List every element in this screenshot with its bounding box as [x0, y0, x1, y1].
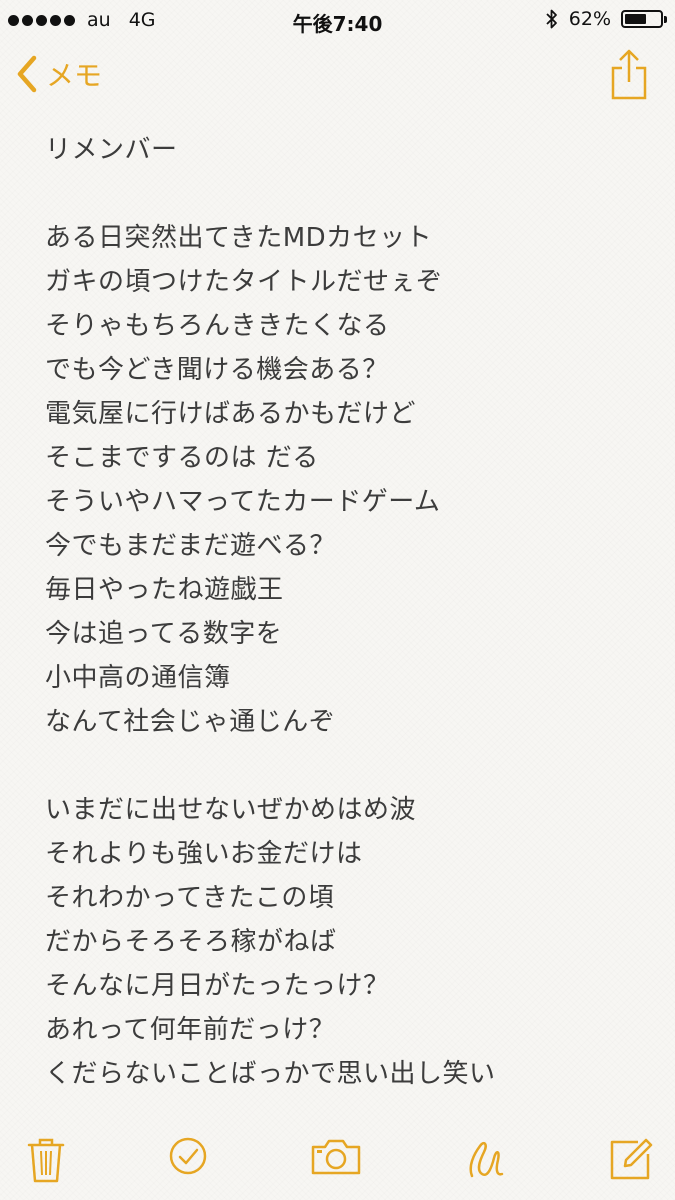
note-line: だからそろそろ稼がねば	[45, 927, 337, 957]
trash-icon	[27, 1138, 65, 1183]
chevron-left-icon	[17, 55, 37, 93]
nav-bar: メモ	[0, 44, 675, 108]
note-line: そこまでするのは だる	[45, 443, 319, 473]
note-line: それよりも強いお金だけは	[45, 839, 363, 869]
note-blank-line	[45, 172, 645, 216]
note-line: くだらないことばっかで思い出し笑い	[45, 1059, 496, 1089]
note-title: リメンバー	[45, 135, 178, 165]
note-line: それわかってきたこの頃	[45, 883, 335, 913]
note-body[interactable]: リメンバーある日突然出てきたMDカセット ガキの頃つけたタイトルだせぇぞ そりゃもち…	[45, 128, 645, 1096]
share-icon	[611, 49, 647, 100]
back-label: メモ	[46, 59, 103, 92]
note-line: そんなに月日がたったっけ？	[45, 971, 390, 1001]
trash-button[interactable]	[26, 1136, 66, 1188]
checklist-button[interactable]	[168, 1136, 208, 1180]
camera-button[interactable]	[310, 1136, 362, 1180]
bluetooth-icon	[546, 9, 557, 29]
sketch-button[interactable]	[466, 1136, 506, 1186]
note-line: そういやハマってたカードゲーム	[45, 487, 441, 517]
note-line: 今は追ってる数字を	[45, 619, 283, 649]
sketch-icon	[469, 1141, 504, 1178]
note-line: 今でもまだまだ遊べる？	[45, 531, 336, 561]
status-right: 62%	[545, 8, 667, 30]
note-line: 小中高の通信簿	[45, 663, 231, 693]
checklist-icon	[169, 1137, 207, 1175]
note-line: そりゃもちろんききたくなる	[45, 311, 390, 341]
compose-icon	[610, 1138, 653, 1180]
share-button[interactable]	[609, 48, 649, 104]
status-bar: au 4G 午後7:40 62%	[0, 0, 675, 40]
note-line: ある日突然出てきたMDカセット	[45, 223, 433, 253]
back-button[interactable]: メモ	[16, 54, 102, 94]
battery-percent: 62%	[568, 8, 611, 30]
note-line: 電気屋に行けばあるかもだけど	[45, 399, 417, 429]
note-line: でも今どき聞ける機会ある？	[45, 355, 389, 385]
note-line: あれって何年前だっけ？	[45, 1015, 336, 1045]
note-line: いまだに出せないぜかめはめ波	[45, 795, 417, 825]
note-line: なんて社会じゃ通じんぞ	[45, 707, 336, 737]
bottom-toolbar	[0, 1130, 675, 1190]
compose-button[interactable]	[608, 1136, 654, 1184]
note-line: ガキの頃つけたタイトルだせぇぞ	[45, 267, 443, 297]
note-line: 毎日やったね遊戯王	[45, 575, 284, 605]
battery-icon	[621, 10, 667, 28]
camera-icon	[311, 1139, 361, 1175]
note-blank-line	[45, 744, 645, 788]
